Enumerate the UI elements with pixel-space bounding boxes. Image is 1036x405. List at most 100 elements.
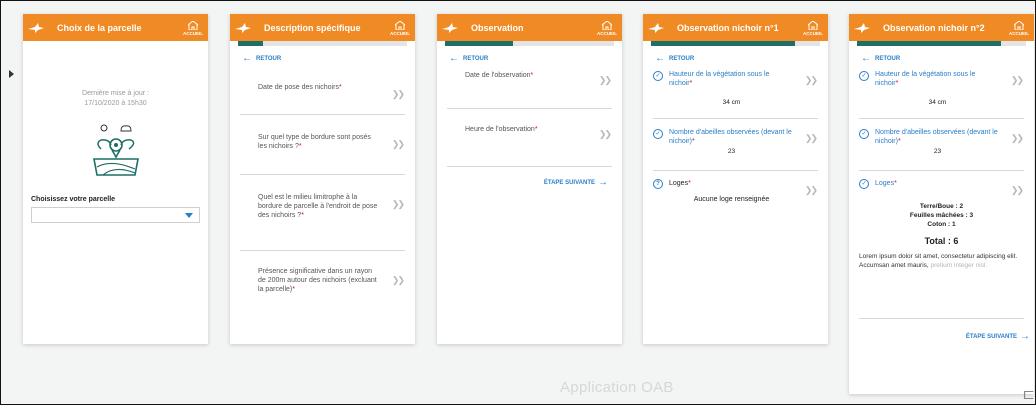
corner-bracket-icon: ⊏ (1022, 386, 1035, 403)
page-title: Observation (471, 22, 524, 33)
bird-logo-icon[interactable] (437, 14, 463, 41)
chevron-right-icon: ❯❯ (804, 185, 818, 195)
field-label: Loges* (875, 179, 1024, 188)
app-header: Observation nichoir n°1 ACCUEIL (643, 14, 828, 41)
parcel-select[interactable] (31, 207, 200, 223)
required-marker: * (689, 80, 693, 87)
field-milieu-limitrophe[interactable]: Quel est le milieu limitrophe à la bordu… (240, 175, 405, 251)
app-header: Observation nichoir n°2 ACCUEIL (849, 14, 1034, 41)
dropdown-arrow-icon (185, 213, 193, 218)
field-label-text: Hauteur de la végétation sous le nichoir (669, 71, 770, 87)
chevron-right-icon: ❯❯ (804, 75, 818, 85)
home-label: ACCUEIL (1009, 30, 1029, 36)
field-loges[interactable]: ✓ Loges* ❯❯ Terre/Boue : 2 Feuilles mâch… (859, 171, 1024, 319)
field-hauteur-vegetation[interactable]: ✓ Hauteur de la végétation sous le nicho… (653, 63, 818, 119)
field-loges[interactable]: ? Loges* ❯❯ Aucune loge renseignée (653, 171, 818, 221)
field-label-text: Quel est le milieu limitrophe à la bordu… (258, 194, 378, 219)
field-nombre-abeilles[interactable]: ✓ Nombre d'abeilles observées (devant le… (653, 119, 818, 171)
required-marker: * (688, 180, 691, 187)
field-label-text: Nombre d'abeilles observées (devant le n… (875, 129, 998, 145)
progress-bar (651, 41, 820, 46)
page-title: Choix de la parcelle (57, 22, 142, 33)
app-header: Description spécifique ACCUEIL (230, 14, 415, 41)
screen-description-specifique: Description spécifique ACCUEIL ← RETOUR D… (230, 14, 415, 344)
home-label: ACCUEIL (597, 30, 617, 36)
home-button[interactable]: ACCUEIL (385, 19, 415, 36)
field-value: 34 cm (928, 99, 947, 106)
loges-total: Total : 6 (924, 236, 959, 246)
field-label: Date de l'observation* (465, 71, 588, 80)
required-marker: * (292, 286, 295, 293)
field-date-observation[interactable]: Date de l'observation* ❯❯ (447, 63, 612, 109)
field-label: Nombre d'abeilles observées (devant le n… (669, 128, 794, 146)
arrow-left-icon: ← (242, 53, 252, 64)
loges-line: Feuilles mâchées : 3 (909, 212, 974, 219)
check-circle-icon: ✓ (859, 129, 869, 139)
required-marker: * (691, 138, 695, 145)
field-presence-significative[interactable]: Présence significative dans un rayon de … (240, 251, 405, 321)
required-marker: * (894, 180, 897, 187)
back-label: RETOUR (875, 56, 901, 62)
field-label-text: Hauteur de la végétation sous le nichoir (875, 71, 976, 87)
field-label-text: Date de l'observation (465, 72, 531, 79)
back-link[interactable]: ← RETOUR (861, 54, 1034, 64)
home-label: ACCUEIL (803, 30, 823, 36)
field-type-bordure[interactable]: Sur quel type de bordure sont posés les … (240, 115, 405, 175)
field-nombre-abeilles[interactable]: ✓ Nombre d'abeilles observées (devant le… (859, 119, 1024, 171)
field-label-text: Présence significative dans un rayon de … (258, 268, 377, 293)
back-link[interactable]: ← RETOUR (449, 53, 622, 64)
home-icon (806, 19, 820, 30)
last-update-text: Dernière mise à jour : 17/10/2020 à 15h3… (82, 90, 149, 107)
field-label-text: Loges (669, 180, 689, 187)
next-step-link[interactable]: ÉTAPE SUIVANTE → (437, 177, 608, 188)
loges-summary: Terre/Boue : 2 Feuilles mâchées : 3 Coto… (859, 202, 1024, 246)
field-heure-observation[interactable]: Heure de l'observation* ❯❯ (447, 109, 612, 167)
back-label: RETOUR (669, 56, 695, 62)
field-label: Hauteur de la végétation sous le nichoir… (669, 70, 794, 88)
field-label: Heure de l'observation* (465, 125, 588, 134)
bird-logo-icon[interactable] (230, 14, 256, 41)
chevron-right-icon: ❯❯ (1010, 75, 1024, 85)
back-label: RETOUR (256, 56, 282, 62)
bird-logo-icon[interactable] (643, 14, 669, 41)
check-circle-icon: ✓ (653, 129, 663, 139)
field-hauteur-vegetation[interactable]: ✓ Hauteur de la végétation sous le nicho… (859, 63, 1024, 119)
chevron-right-icon: ❯❯ (391, 89, 405, 99)
question-circle-icon: ? (653, 179, 663, 189)
back-link[interactable]: ← RETOUR (242, 53, 415, 64)
field-value: 23 (727, 148, 736, 155)
home-button[interactable]: ACCUEIL (178, 19, 208, 36)
field-date-pose[interactable]: Date de pose des nichoirs* ❯❯ (240, 63, 405, 115)
check-circle-icon: ✓ (859, 71, 869, 81)
arrow-right-icon: → (598, 177, 608, 188)
home-icon (1012, 19, 1026, 30)
next-step-label: ÉTAPE SUIVANTE (543, 179, 595, 186)
back-link[interactable]: ← RETOUR (655, 54, 828, 64)
required-marker: * (301, 212, 304, 219)
required-marker: * (534, 126, 538, 133)
field-label: Date de pose des nichoirs* (258, 83, 381, 92)
home-button[interactable]: ACCUEIL (1004, 19, 1034, 36)
app-header: Choix de la parcelle ACCUEIL (23, 14, 208, 41)
chevron-right-icon: ❯❯ (598, 129, 612, 139)
progress-bar (857, 41, 1026, 46)
screen-observation-nichoir-1: Observation nichoir n°1 ACCUEIL ← RETOUR … (643, 14, 828, 344)
app-header: Observation ACCUEIL (437, 14, 622, 41)
next-step-label: ÉTAPE SUIVANTE (965, 333, 1017, 340)
chevron-right-icon: ❯❯ (804, 133, 818, 143)
home-label: ACCUEIL (390, 30, 410, 36)
screen-choix-parcelle: Choix de la parcelle ACCUEIL Dernière mi… (23, 14, 208, 344)
field-label: Hauteur de la végétation sous le nichoir… (875, 70, 1000, 88)
home-button[interactable]: ACCUEIL (798, 19, 828, 36)
field-label: Quel est le milieu limitrophe à la bordu… (258, 193, 381, 220)
bird-logo-icon[interactable] (23, 14, 49, 41)
bird-logo-icon[interactable] (849, 14, 875, 41)
arrow-left-icon: ← (449, 53, 459, 64)
home-button[interactable]: ACCUEIL (592, 19, 622, 36)
field-value: 23 (933, 148, 942, 155)
next-step-link[interactable]: ÉTAPE SUIVANTE → (849, 331, 1030, 342)
field-label-text: Heure de l'observation (465, 126, 535, 133)
loges-description: Lorem ipsum dolor sit amet, consectetur … (859, 252, 1024, 270)
back-label: RETOUR (463, 56, 489, 62)
loges-line: Coton : 1 (927, 221, 956, 228)
